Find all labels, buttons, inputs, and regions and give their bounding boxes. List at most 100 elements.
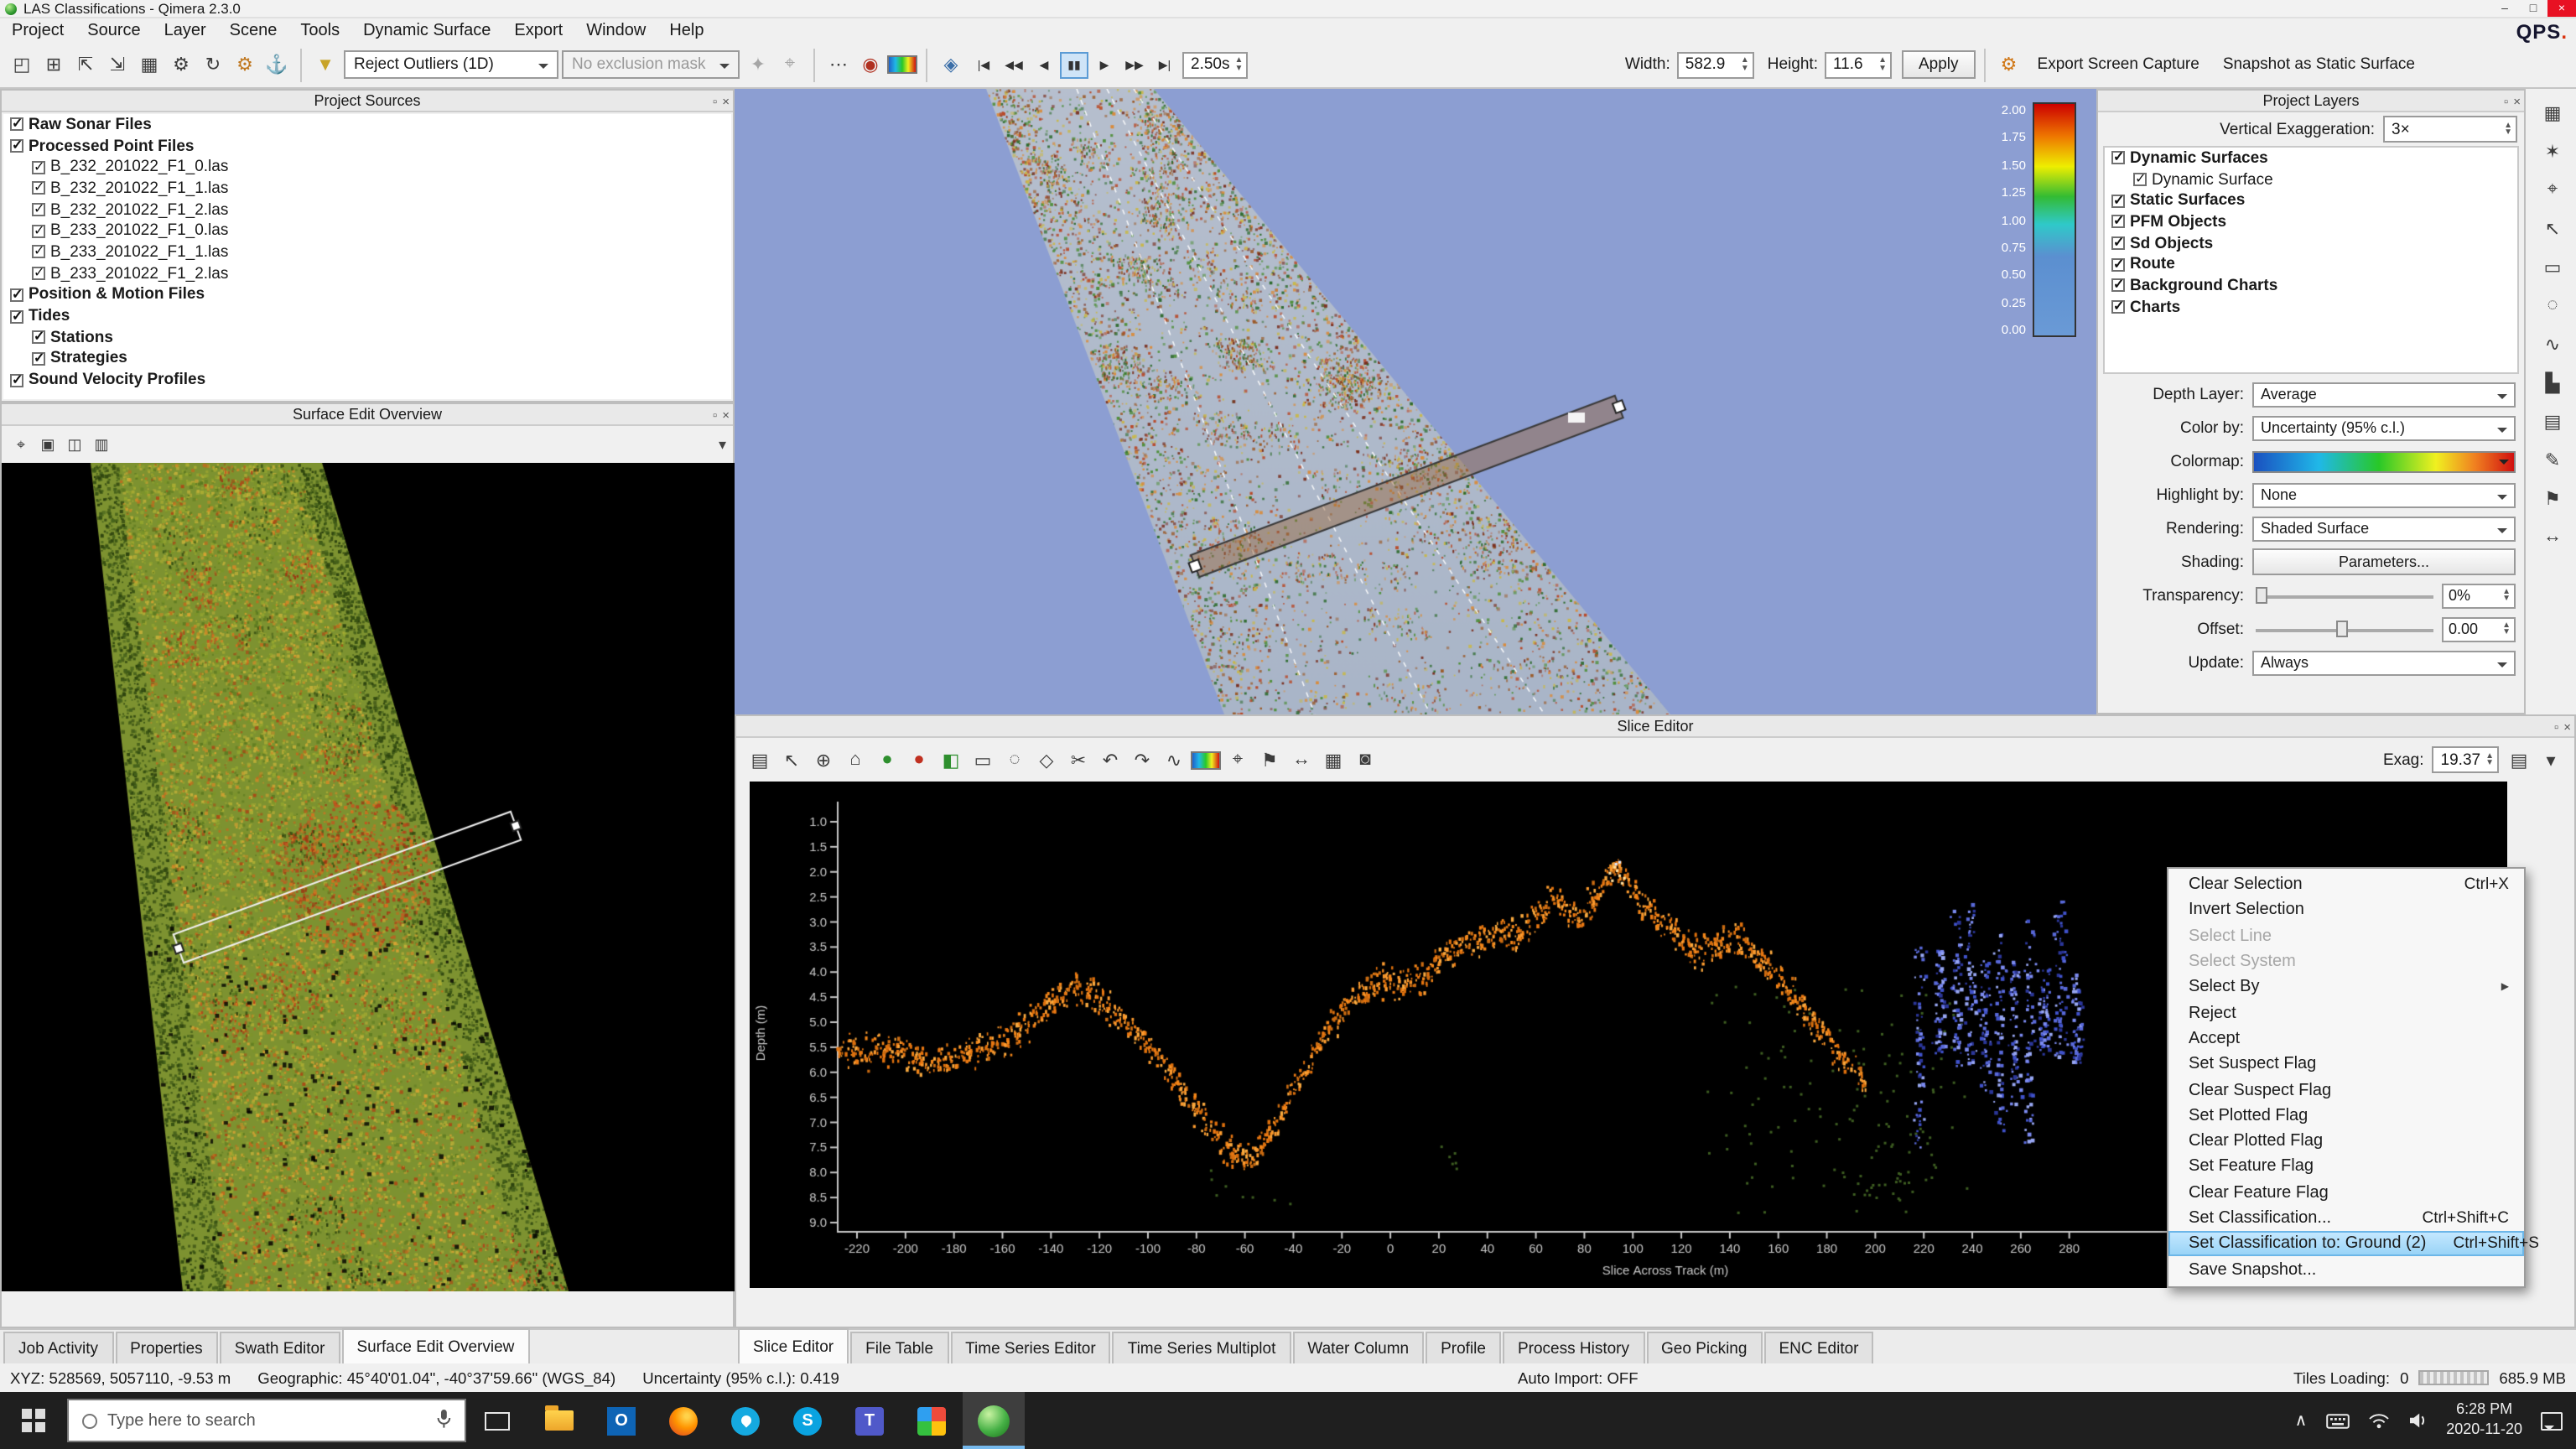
close-panel-icon[interactable]: × [722,407,730,422]
context-menu-item[interactable]: Set Classification... Ctrl+Shift+C [2168,1206,2524,1232]
menu-item[interactable]: Help [657,18,715,42]
tree-item[interactable]: Route [2105,254,2517,275]
taskbar-search-box[interactable]: Type here to search [67,1399,466,1442]
close-button[interactable]: × [2547,0,2576,17]
volume-icon[interactable] [2407,1412,2428,1429]
grid-file-icon[interactable]: ▦ [134,49,164,80]
float-panel-icon[interactable]: ▫ [713,407,717,422]
field-slider[interactable] [2252,583,2437,608]
maps-icon[interactable] [714,1392,776,1449]
tree-item[interactable]: Dynamic Surface [2105,169,2517,190]
panel-tab[interactable]: ENC Editor [1763,1332,1873,1363]
close-panel-icon[interactable]: × [2513,93,2521,108]
context-menu-item[interactable]: Select System [2168,949,2524,975]
panel-tab[interactable]: Time Series Multiplot [1113,1332,1291,1363]
start-button[interactable] [0,1392,67,1449]
qimera-icon[interactable] [963,1392,1025,1449]
slider-handle[interactable] [2256,587,2267,604]
microphone-icon[interactable] [436,1408,451,1433]
colormap-dropdown[interactable] [2252,450,2516,472]
context-menu-item[interactable]: Set Suspect Flag [2168,1052,2524,1078]
exclusion-mask-dropdown[interactable]: No exclusion mask [562,50,740,79]
checkbox-checked-icon[interactable] [10,139,23,153]
spinner-arrows-icon[interactable] [1235,57,1244,72]
skype-icon[interactable]: S [776,1392,839,1449]
skip-start-icon[interactable]: |◀ [969,51,998,78]
step-backward-icon[interactable]: ◀ [1030,51,1058,78]
undo-icon[interactable]: ↶ [1095,745,1125,775]
target-icon[interactable]: ⌖ [2536,173,2569,206]
field-dropdown[interactable]: Shaded Surface [2252,516,2516,541]
slider-handle[interactable] [2335,621,2347,637]
checkbox-checked-icon[interactable] [32,352,45,366]
teams-icon[interactable]: T [839,1392,901,1449]
snap-icon[interactable]: ✶ [2536,134,2569,168]
action-center-icon[interactable] [2541,1411,2563,1430]
tree-item[interactable]: Tides [3,305,731,326]
export-file-icon[interactable]: ⇱ [70,49,101,80]
matrix-icon[interactable]: ▦ [2536,96,2569,129]
outlier-filter-dropdown[interactable]: Reject Outliers (1D) [344,50,558,79]
maximize-button[interactable]: □ [2519,0,2547,17]
skip-end-icon[interactable]: ▶| [1150,51,1179,78]
title-bar[interactable]: LAS Classifications - Qimera 2.3.0 – □ × [0,0,2576,18]
tree-item[interactable]: Sd Objects [2105,233,2517,254]
tree-item[interactable]: B_232_201022_F1_0.las [3,157,731,178]
field-dropdown[interactable]: None [2252,482,2516,507]
snapshot-static-surface-button[interactable]: Snapshot as Static Surface [2213,48,2425,81]
scissors-icon[interactable]: ✂ [1063,745,1093,775]
checkbox-checked-icon[interactable] [2111,194,2125,207]
context-menu-item[interactable]: Set Plotted Flag [2168,1103,2524,1129]
panel-tab[interactable]: Geo Picking [1646,1332,1762,1363]
collapse-chevron-icon[interactable]: ▾ [719,435,726,454]
home-icon[interactable]: ⌂ [840,745,870,775]
select-accept-icon[interactable]: ◧ [936,745,966,775]
checkbox-checked-icon[interactable] [2111,216,2125,229]
slice-editor-header[interactable]: Slice Editor ▫× [736,716,2574,738]
import-file-icon[interactable]: ⇲ [102,49,132,80]
field-slider[interactable] [2252,616,2437,641]
checkbox-checked-icon[interactable] [2111,279,2125,293]
file-explorer-icon[interactable] [528,1392,590,1449]
menu-item[interactable]: Project [0,18,75,42]
export-plot-icon[interactable]: ▤ [2504,745,2534,775]
pan-box-icon[interactable]: ▣ [35,432,60,457]
checkbox-checked-icon[interactable] [10,309,23,323]
tree-item[interactable]: B_232_201022_F1_1.las [3,178,731,199]
select-polygon-icon[interactable]: ◇ [1031,745,1062,775]
new-window-icon[interactable]: ◰ [7,49,37,80]
project-layers-header[interactable]: Project Layers ▫× [2098,91,2524,112]
field-dropdown[interactable]: Always [2252,650,2516,675]
height-input[interactable]: 11.6 [1825,51,1892,78]
taskbar-clock[interactable]: 6:28 PM 2020-11-20 [2446,1401,2522,1441]
checkbox-checked-icon[interactable] [32,225,45,238]
cursor-icon[interactable]: ↖ [2536,211,2569,245]
tree-item[interactable]: B_233_201022_F1_1.las [3,242,731,262]
context-menu-item[interactable]: Save Snapshot... [2168,1257,2524,1283]
project-sources-header[interactable]: Project Sources ▫× [2,91,733,112]
checkbox-checked-icon[interactable] [32,203,45,216]
context-menu-item[interactable]: Set Feature Flag [2168,1155,2524,1181]
menu-item[interactable]: Export [502,18,574,42]
checkbox-checked-icon[interactable] [10,288,23,302]
tree-item[interactable]: Background Charts [2105,275,2517,296]
redo-icon[interactable]: ↷ [1127,745,1157,775]
box-select-icon[interactable]: ◫ [62,432,87,457]
ruler-icon[interactable]: ↔ [2536,520,2569,553]
context-menu-item[interactable]: Invert Selection [2168,898,2524,924]
select-rect-icon[interactable]: ▭ [2536,250,2569,283]
checkbox-checked-icon[interactable] [2111,258,2125,272]
profile-icon[interactable]: ∿ [2536,327,2569,361]
panel-tab[interactable]: File Table [850,1332,948,1363]
dotted-line-icon[interactable]: ⋯ [823,49,854,80]
panel-tab[interactable]: Properties [115,1332,218,1363]
accept-soundings-icon[interactable]: ● [872,745,902,775]
spinner-arrows-icon[interactable] [2502,621,2511,636]
tree-item[interactable]: Dynamic Surfaces [2105,148,2517,169]
tree-item[interactable]: B_232_201022_F1_2.las [3,200,731,221]
checkbox-checked-icon[interactable] [32,182,45,195]
spinner-arrows-icon[interactable] [2502,588,2511,603]
checkbox-checked-icon[interactable] [32,330,45,344]
refresh-icon[interactable]: ↻ [198,49,228,80]
menu-item[interactable]: Source [75,18,152,42]
